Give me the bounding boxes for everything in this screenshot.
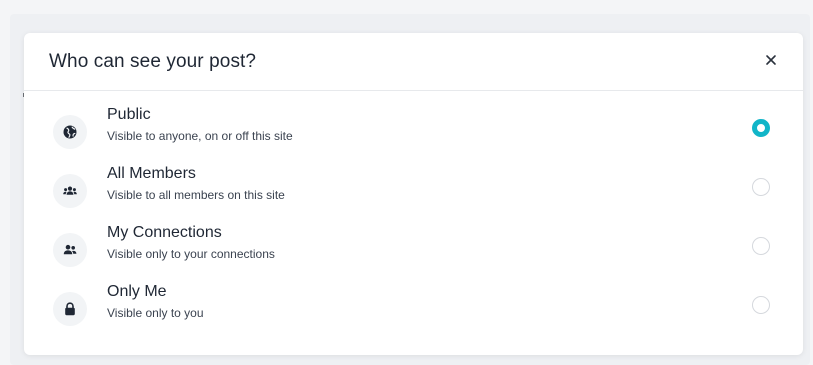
option-icon-wrap — [53, 174, 87, 208]
radio-all-members[interactable] — [752, 178, 770, 196]
option-icon-wrap — [53, 233, 87, 267]
option-description: Visible only to you — [107, 306, 204, 320]
group-icon — [63, 186, 77, 195]
option-description: Visible to all members on this site — [107, 188, 285, 202]
option-title: My Connections — [107, 224, 222, 241]
connections-icon — [63, 244, 77, 255]
radio-my-connections[interactable] — [752, 237, 770, 255]
dialog-header: Who can see your post? — [24, 33, 803, 91]
lock-icon — [65, 302, 75, 316]
close-button[interactable] — [763, 52, 779, 68]
option-description: Visible to anyone, on or off this site — [107, 129, 293, 143]
option-icon-wrap — [53, 292, 87, 326]
option-description: Visible only to your connections — [107, 247, 275, 261]
dialog-title: Who can see your post? — [49, 51, 257, 72]
close-icon — [766, 55, 776, 65]
globe-icon — [63, 125, 77, 139]
option-only-me[interactable]: Only Me Visible only to you — [24, 280, 803, 332]
option-title: Only Me — [107, 283, 167, 300]
option-icon-wrap — [53, 115, 87, 149]
radio-only-me[interactable] — [752, 296, 770, 314]
option-title: Public — [107, 106, 151, 123]
option-my-connections[interactable]: My Connections Visible only to your conn… — [24, 221, 803, 273]
radio-public[interactable] — [752, 119, 770, 137]
privacy-dialog: Who can see your post? Public Visible to… — [24, 33, 803, 355]
option-title: All Members — [107, 165, 196, 182]
option-public[interactable]: Public Visible to anyone, on or off this… — [24, 103, 803, 155]
option-all-members[interactable]: All Members Visible to all members on th… — [24, 162, 803, 214]
